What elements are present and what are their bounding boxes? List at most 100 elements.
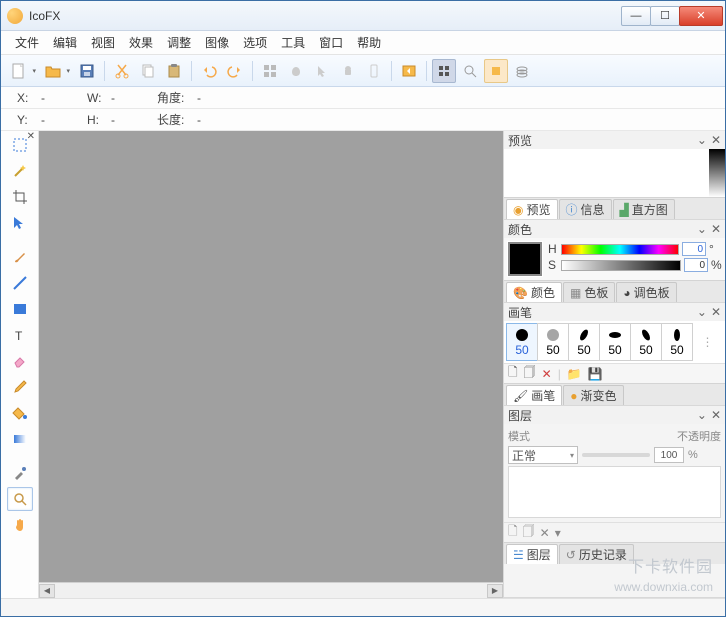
cursor-icon-button[interactable] xyxy=(310,59,334,83)
close-button[interactable]: ✕ xyxy=(679,6,723,26)
tab-palette[interactable]: ◕调色板 xyxy=(616,282,676,302)
open-brush-icon[interactable]: 📁 xyxy=(567,367,582,381)
move-tool[interactable] xyxy=(7,211,33,235)
gradient-tool[interactable] xyxy=(7,427,33,451)
brush-more-icon[interactable]: ⋮ xyxy=(692,335,723,349)
android-icon-button[interactable] xyxy=(336,59,360,83)
new-layer-icon[interactable]: 🗋 xyxy=(508,522,518,543)
menu-file[interactable]: 文件 xyxy=(9,32,45,53)
sat-label: S xyxy=(548,258,558,272)
menu-view[interactable]: 视图 xyxy=(85,32,121,53)
hand-tool[interactable] xyxy=(7,513,33,537)
fill-tool[interactable] xyxy=(7,401,33,425)
crop-tool[interactable] xyxy=(7,185,33,209)
redo-button[interactable] xyxy=(223,59,247,83)
highlight-button[interactable] xyxy=(484,59,508,83)
layer-down-icon[interactable]: ▾ xyxy=(555,526,561,540)
eraser-tool[interactable] xyxy=(7,349,33,373)
menu-help[interactable]: 帮助 xyxy=(351,32,387,53)
tab-histogram[interactable]: ▟直方图 xyxy=(613,199,675,219)
zoom-button[interactable] xyxy=(458,59,482,83)
hue-input[interactable] xyxy=(682,242,706,256)
menu-image[interactable]: 图像 xyxy=(199,32,235,53)
rectangle-tool[interactable] xyxy=(7,297,33,321)
grid-view-button[interactable] xyxy=(432,59,456,83)
zoom-tool[interactable] xyxy=(7,487,33,511)
menu-effects[interactable]: 效果 xyxy=(123,32,159,53)
tab-history[interactable]: ↺历史记录 xyxy=(559,544,634,564)
panel-collapse-icon[interactable]: ⌄ xyxy=(697,222,707,236)
text-tool[interactable]: T xyxy=(7,323,33,347)
open-file-button[interactable] xyxy=(41,59,65,83)
dup-layer-icon[interactable]: 🗍 xyxy=(523,522,535,543)
phone-icon-button[interactable] xyxy=(362,59,386,83)
tab-swatches[interactable]: ▦色板 xyxy=(563,282,615,302)
brush-panel: 画笔⌄✕ 50 50 50 50 50 50 ⋮ 🗋 🗍 ✕ | 📁 💾 xyxy=(504,303,725,406)
hue-slider[interactable] xyxy=(561,244,679,255)
delete-layer-icon[interactable]: ✕ xyxy=(540,526,550,540)
eyedropper-tool[interactable] xyxy=(7,461,33,485)
scroll-right-icon[interactable]: ▶ xyxy=(487,584,503,598)
menu-adjust[interactable]: 调整 xyxy=(161,32,197,53)
copy-button[interactable] xyxy=(136,59,160,83)
tab-info[interactable]: ⓘ信息 xyxy=(559,199,612,219)
save-button[interactable] xyxy=(75,59,99,83)
scroll-left-icon[interactable]: ◀ xyxy=(39,584,55,598)
maximize-button[interactable]: ☐ xyxy=(650,6,680,26)
brush-preset[interactable]: 50 xyxy=(506,323,538,361)
tab-preview[interactable]: ◉预览 xyxy=(506,199,558,219)
sat-input[interactable] xyxy=(684,258,708,272)
opacity-input[interactable] xyxy=(654,447,684,463)
brush-tool[interactable] xyxy=(7,245,33,269)
brush-preset[interactable]: 50 xyxy=(599,323,631,361)
save-brush-icon[interactable]: 💾 xyxy=(588,367,603,381)
horizontal-scrollbar[interactable]: ◀ ▶ xyxy=(39,582,503,598)
cut-button[interactable] xyxy=(110,59,134,83)
minimize-button[interactable]: — xyxy=(621,6,651,26)
line-tool[interactable] xyxy=(7,271,33,295)
extract-button[interactable] xyxy=(397,59,421,83)
panel-close-icon[interactable]: ✕ xyxy=(711,133,721,147)
panel-collapse-icon[interactable]: ⌄ xyxy=(697,305,707,319)
brush-preset[interactable]: 50 xyxy=(568,323,600,361)
brush-preset[interactable]: 50 xyxy=(537,323,569,361)
paste-button[interactable] xyxy=(162,59,186,83)
canvas[interactable] xyxy=(39,131,503,582)
toolbar-separator xyxy=(391,61,392,81)
undo-button[interactable] xyxy=(197,59,221,83)
preview-panel: 预览⌄✕ ◉预览 ⓘ信息 ▟直方图 xyxy=(504,131,725,220)
hue-label: H xyxy=(548,242,558,256)
panel-collapse-icon[interactable]: ⌄ xyxy=(697,408,707,422)
delete-brush-icon[interactable]: ✕ xyxy=(542,367,552,381)
tab-color[interactable]: 🎨颜色 xyxy=(506,282,562,302)
magic-wand-tool[interactable] xyxy=(7,159,33,183)
tab-gradient[interactable]: ●渐变色 xyxy=(563,385,623,405)
tab-brush[interactable]: 🖌画笔 xyxy=(506,385,562,405)
color-swatch[interactable] xyxy=(508,242,542,276)
h-value: - xyxy=(111,113,151,127)
brush-preset[interactable]: 50 xyxy=(630,323,662,361)
menu-options[interactable]: 选项 xyxy=(237,32,273,53)
windows-icon-button[interactable] xyxy=(258,59,282,83)
panel-close-icon[interactable]: ✕ xyxy=(711,305,721,319)
new-file-button[interactable] xyxy=(7,59,31,83)
sat-slider[interactable] xyxy=(561,260,681,271)
menu-edit[interactable]: 编辑 xyxy=(47,32,83,53)
tab-layers[interactable]: ☱图层 xyxy=(506,544,558,564)
new-brush-icon[interactable]: 🗋 xyxy=(508,363,518,384)
panel-collapse-icon[interactable]: ⌄ xyxy=(697,133,707,147)
panel-close-icon[interactable]: ✕ xyxy=(711,222,721,236)
menubar: 文件 编辑 视图 效果 调整 图像 选项 工具 窗口 帮助 xyxy=(1,31,725,55)
pencil-tool[interactable] xyxy=(7,375,33,399)
panel-close-icon[interactable]: ✕ xyxy=(711,408,721,422)
menu-tools[interactable]: 工具 xyxy=(275,32,311,53)
blend-mode-select[interactable]: 正常 xyxy=(508,446,578,464)
dup-brush-icon[interactable]: 🗍 xyxy=(524,363,536,384)
layers-button[interactable] xyxy=(510,59,534,83)
menu-window[interactable]: 窗口 xyxy=(313,32,349,53)
layer-list[interactable] xyxy=(508,466,721,518)
brush-preset[interactable]: 50 xyxy=(661,323,693,361)
toolbox-close-icon[interactable]: ✕ xyxy=(27,131,35,142)
opacity-slider[interactable] xyxy=(582,453,650,457)
apple-icon-button[interactable] xyxy=(284,59,308,83)
